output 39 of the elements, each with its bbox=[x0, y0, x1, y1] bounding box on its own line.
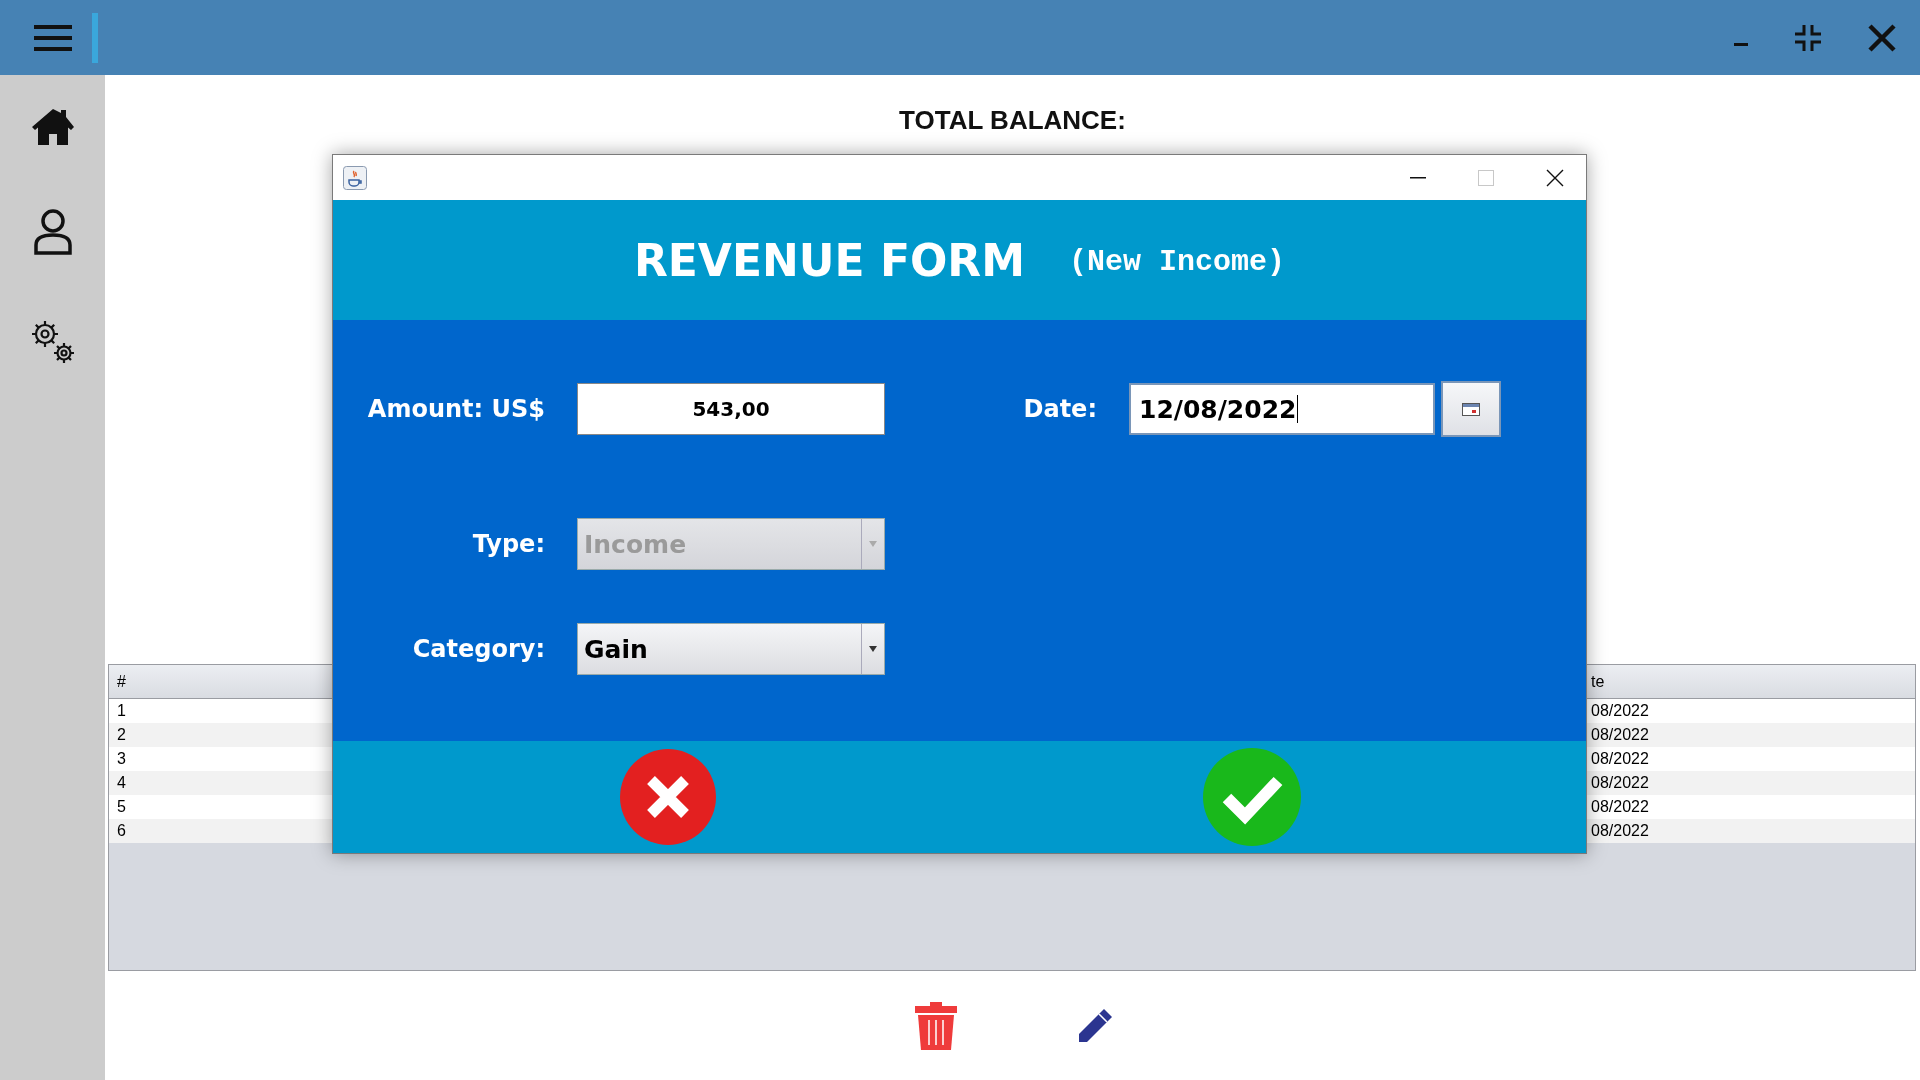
java-cup-icon bbox=[343, 165, 367, 190]
table-cell-text: 6 bbox=[116, 822, 127, 840]
date-field[interactable]: 12/08/2022 bbox=[1129, 383, 1435, 435]
form-title: REVENUE FORM bbox=[633, 234, 1026, 286]
compress-icon[interactable] bbox=[1794, 23, 1822, 52]
field-label: Type: bbox=[472, 530, 545, 558]
table-cell-text: 08/2022 bbox=[1590, 822, 1650, 840]
dropdown-arrow-icon[interactable] bbox=[869, 646, 877, 652]
amount-field[interactable]: 543,00 bbox=[577, 383, 885, 435]
form-subtitle: (New Income) bbox=[1069, 245, 1286, 279]
table-cell-text: 08/2022 bbox=[1590, 774, 1650, 792]
close-icon[interactable] bbox=[1546, 168, 1564, 187]
calendar-button[interactable] bbox=[1441, 381, 1501, 437]
column-header[interactable]: te bbox=[1585, 672, 1915, 691]
home-icon[interactable] bbox=[30, 107, 75, 147]
accent-bar bbox=[92, 12, 98, 63]
table-cell-text: 08/2022 bbox=[1590, 798, 1650, 816]
calendar-icon bbox=[1462, 402, 1480, 416]
table-cell-text: 08/2022 bbox=[1590, 726, 1650, 744]
table-cell-text: 2 bbox=[116, 726, 127, 744]
table-cell-text: 1 bbox=[116, 702, 127, 720]
maximize-icon bbox=[1478, 169, 1494, 186]
minimize-icon[interactable] bbox=[1410, 176, 1426, 179]
field-label: Category: bbox=[412, 635, 545, 663]
cancel-button[interactable] bbox=[620, 749, 716, 845]
field-label: Date: bbox=[1023, 395, 1097, 423]
confirm-button[interactable] bbox=[1203, 748, 1301, 846]
trash-icon[interactable] bbox=[912, 1001, 959, 1051]
table-cell-text: 4 bbox=[116, 774, 127, 792]
pencil-icon[interactable] bbox=[1076, 1008, 1113, 1044]
field-label: Amount: US$ bbox=[367, 395, 545, 423]
table-cell-text: 5 bbox=[116, 798, 127, 816]
menu-icon[interactable] bbox=[34, 23, 72, 52]
dropdown[interactable]: Gain bbox=[577, 623, 885, 675]
user-icon[interactable] bbox=[33, 209, 72, 255]
table-cell-text: 08/2022 bbox=[1590, 702, 1650, 720]
table-cell-text: 08/2022 bbox=[1590, 750, 1650, 768]
total-balance-label: TOTAL BALANCE: bbox=[899, 105, 1126, 137]
table-cell-text: 3 bbox=[116, 750, 127, 768]
